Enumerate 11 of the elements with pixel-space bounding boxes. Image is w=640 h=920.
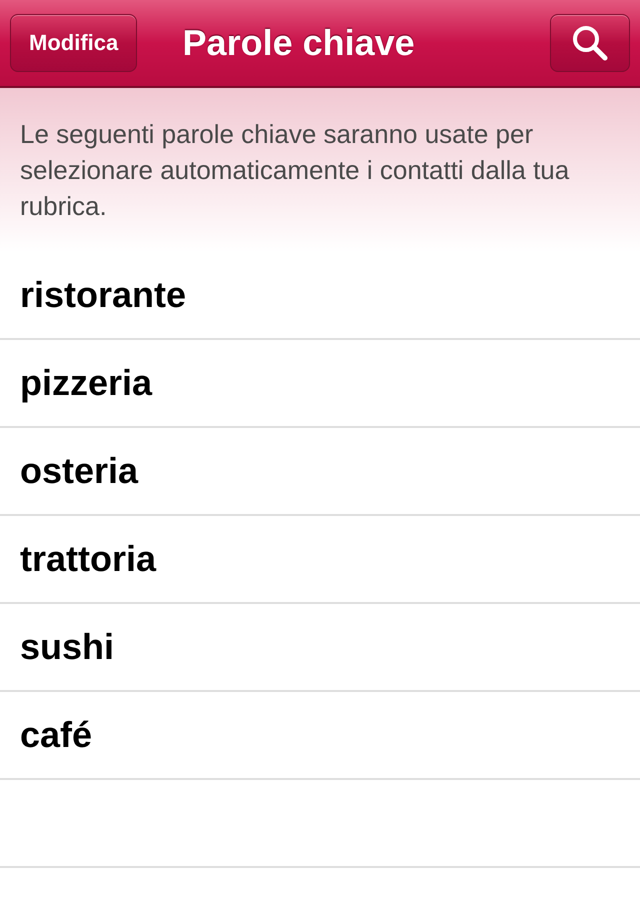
keyword-row[interactable]: café [0, 692, 640, 780]
keyword-row[interactable]: ristorante [0, 252, 640, 340]
keyword-row[interactable]: pizzeria [0, 340, 640, 428]
edit-button[interactable]: Modifica [10, 14, 138, 72]
keyword-row[interactable]: sushi [0, 604, 640, 692]
search-icon [571, 24, 609, 62]
keyword-row[interactable]: trattoria [0, 516, 640, 604]
screen-title: Parole chiave [182, 22, 415, 64]
search-button[interactable] [550, 14, 630, 72]
keyword-row[interactable]: osteria [0, 428, 640, 516]
description-text: Le seguenti parole chiave saranno usate per selezionare automaticamente i contatti dalla tua rubrica. [20, 118, 570, 223]
